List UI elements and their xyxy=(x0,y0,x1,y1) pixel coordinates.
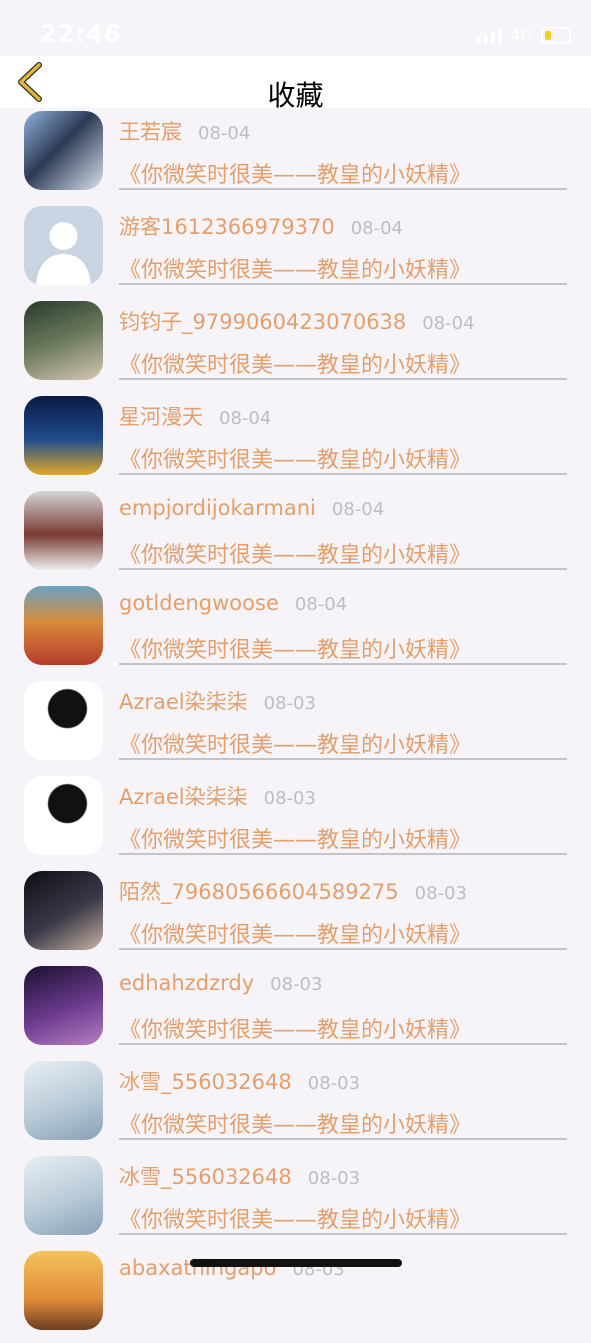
user-name[interactable]: 冰雪_556032648 xyxy=(119,1070,292,1094)
signal-icon xyxy=(477,28,503,44)
item-header: edhahzdzrdy 08-03 xyxy=(119,971,322,995)
item-date: 08-04 xyxy=(422,313,475,334)
item-date: 08-03 xyxy=(307,1168,361,1189)
divider xyxy=(119,853,567,855)
item-date: 08-04 xyxy=(350,218,404,239)
home-indicator[interactable] xyxy=(190,1259,402,1267)
item-date: 08-04 xyxy=(294,594,348,615)
item-date: 08-04 xyxy=(198,123,251,144)
avatar[interactable] xyxy=(24,206,103,285)
book-title-link[interactable]: 《你微笑时很美——教皇的小妖精》 xyxy=(119,442,471,474)
favorites-list: 王若宸 08-04 《你微笑时很美——教皇的小妖精》 游客1612366979370 0… xyxy=(0,108,591,1343)
item-header: 钧钧子_9799060423070638 08-04 xyxy=(119,306,475,336)
book-title-link[interactable]: 《你微笑时很美——教皇的小妖精》 xyxy=(119,1107,471,1139)
user-name[interactable]: 星河漫天 xyxy=(119,405,203,429)
divider xyxy=(119,663,567,665)
user-name[interactable]: empjordijokarmani xyxy=(119,496,316,520)
book-title-link[interactable]: 《你微笑时很美——教皇的小妖精》 xyxy=(119,1012,471,1044)
list-item[interactable]: 陌然_79680566604589275 08-03 《你微笑时很美——教皇的小妖精… xyxy=(0,868,591,963)
divider xyxy=(119,758,567,760)
avatar[interactable] xyxy=(24,681,103,760)
item-header: 陌然_79680566604589275 08-03 xyxy=(119,876,467,906)
avatar[interactable] xyxy=(24,396,103,475)
avatar[interactable] xyxy=(24,111,103,190)
item-header: 冰雪_556032648 08-03 xyxy=(119,1161,360,1191)
list-item[interactable]: Azrael染柒柒 08-03 《你微笑时很美——教皇的小妖精》 xyxy=(0,773,591,868)
list-item[interactable]: empjordijokarmani 08-04 《你微笑时很美——教皇的小妖精》 xyxy=(0,488,591,583)
avatar[interactable] xyxy=(24,1251,103,1330)
book-title-link[interactable]: 《你微笑时很美——教皇的小妖精》 xyxy=(119,537,471,569)
avatar[interactable] xyxy=(24,491,103,570)
item-date: 08-03 xyxy=(414,883,467,904)
list-item[interactable]: Azrael染柒柒 08-03 《你微笑时很美——教皇的小妖精》 xyxy=(0,678,591,773)
item-header: 游客1612366979370 08-04 xyxy=(119,211,403,241)
list-item[interactable]: 冰雪_556032648 08-03 《你微笑时很美——教皇的小妖精》 xyxy=(0,1153,591,1248)
user-name[interactable]: Azrael染柒柒 xyxy=(119,785,248,809)
item-date: 08-04 xyxy=(219,408,272,429)
list-item[interactable]: 星河漫天 08-04 《你微笑时很美——教皇的小妖精》 xyxy=(0,393,591,488)
avatar[interactable] xyxy=(24,301,103,380)
divider xyxy=(119,568,567,570)
divider xyxy=(119,1233,567,1235)
book-title-link[interactable]: 《你微笑时很美——教皇的小妖精》 xyxy=(119,347,471,379)
status-time: 22:46 xyxy=(40,20,122,48)
list-item[interactable]: 王若宸 08-04 《你微笑时很美——教皇的小妖精》 xyxy=(0,108,591,203)
status-bar: 22:46 4G xyxy=(0,0,591,56)
user-name[interactable]: 冰雪_556032648 xyxy=(119,1165,292,1189)
list-item[interactable]: 冰雪_556032648 08-03 《你微笑时很美——教皇的小妖精》 xyxy=(0,1058,591,1153)
user-name[interactable]: 王若宸 xyxy=(119,120,182,144)
divider xyxy=(119,188,567,190)
item-date: 08-03 xyxy=(307,1073,361,1094)
list-item[interactable]: 游客1612366979370 08-04 《你微笑时很美——教皇的小妖精》 xyxy=(0,203,591,298)
avatar[interactable] xyxy=(24,1061,103,1140)
user-name[interactable]: 游客1612366979370 xyxy=(119,215,335,239)
divider xyxy=(119,1043,567,1045)
nav-bar: 收藏 xyxy=(0,56,591,112)
item-header: Azrael染柒柒 08-03 xyxy=(119,686,316,716)
item-header: 冰雪_556032648 08-03 xyxy=(119,1066,360,1096)
divider xyxy=(119,1138,567,1140)
user-name[interactable]: 陌然_79680566604589275 xyxy=(119,880,399,904)
item-header: 王若宸 08-04 xyxy=(119,116,250,146)
book-title-link[interactable]: 《你微笑时很美——教皇的小妖精》 xyxy=(119,822,471,854)
book-title-link[interactable]: 《你微笑时很美——教皇的小妖精》 xyxy=(119,727,471,759)
list-item[interactable]: gotldengwoose 08-04 《你微笑时很美——教皇的小妖精》 xyxy=(0,583,591,678)
battery-icon xyxy=(541,27,571,44)
avatar[interactable] xyxy=(24,966,103,1045)
book-title-link[interactable]: 《你微笑时很美——教皇的小妖精》 xyxy=(119,632,471,664)
network-label: 4G xyxy=(510,26,533,45)
book-title-link[interactable]: 《你微笑时很美——教皇的小妖精》 xyxy=(119,917,471,949)
item-header: empjordijokarmani 08-04 xyxy=(119,496,384,520)
item-date: 08-03 xyxy=(270,974,323,995)
list-item[interactable]: edhahzdzrdy 08-03 《你微笑时很美——教皇的小妖精》 xyxy=(0,963,591,1058)
avatar[interactable] xyxy=(24,776,103,855)
item-header: gotldengwoose 08-04 xyxy=(119,591,347,615)
user-name[interactable]: 钧钧子_9799060423070638 xyxy=(119,310,406,334)
avatar[interactable] xyxy=(24,871,103,950)
book-title-link[interactable]: 《你微笑时很美——教皇的小妖精》 xyxy=(119,252,471,284)
divider xyxy=(119,473,567,475)
item-date: 08-03 xyxy=(263,788,316,809)
user-name[interactable]: edhahzdzrdy xyxy=(119,971,254,995)
book-title-link[interactable]: 《你微笑时很美——教皇的小妖精》 xyxy=(119,1202,471,1234)
item-header: Azrael染柒柒 08-03 xyxy=(119,781,316,811)
item-date: 08-04 xyxy=(331,499,385,520)
avatar[interactable] xyxy=(24,1156,103,1235)
list-item[interactable]: 钧钧子_9799060423070638 08-04 《你微笑时很美——教皇的小妖精… xyxy=(0,298,591,393)
user-name[interactable]: gotldengwoose xyxy=(119,591,279,615)
item-date: 08-03 xyxy=(263,693,316,714)
avatar[interactable] xyxy=(24,586,103,665)
item-header: 星河漫天 08-04 xyxy=(119,401,271,431)
book-title-link[interactable]: 《你微笑时很美——教皇的小妖精》 xyxy=(119,157,471,189)
divider xyxy=(119,378,567,380)
status-indicators: 4G xyxy=(477,26,571,45)
divider xyxy=(119,948,567,950)
user-name[interactable]: Azrael染柒柒 xyxy=(119,690,248,714)
divider xyxy=(119,283,567,285)
